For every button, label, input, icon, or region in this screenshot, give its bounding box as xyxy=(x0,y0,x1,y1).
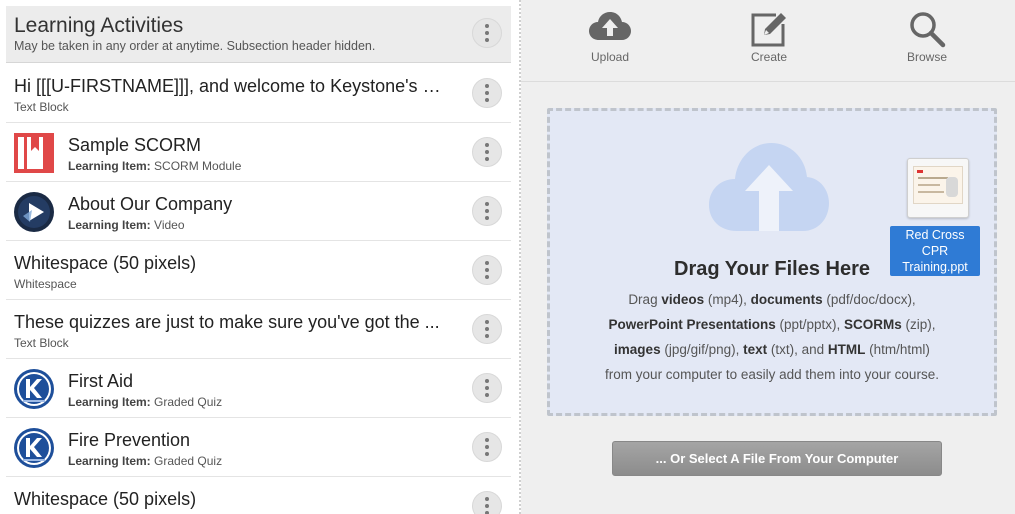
item-type-label: Learning Item: xyxy=(68,454,151,468)
dot xyxy=(485,497,489,501)
dropzone-title: Drag Your Files Here xyxy=(674,258,870,280)
item-type-label: Learning Item: xyxy=(68,159,151,173)
item-title: Fire Prevention xyxy=(68,430,191,450)
upload-label: Upload xyxy=(590,50,630,64)
dot xyxy=(485,143,489,147)
dot xyxy=(485,327,489,331)
item-type-label: Learning Item: xyxy=(68,218,151,232)
select-file-button[interactable]: ... Or Select A File From Your Computer xyxy=(612,441,942,476)
list-item[interactable]: These quizzes are just to make sure you'… xyxy=(6,300,511,359)
dot xyxy=(485,438,489,442)
keystone-logo-icon xyxy=(14,369,54,409)
item-options-button[interactable] xyxy=(472,491,502,514)
dot xyxy=(485,84,489,88)
cloud-upload-icon xyxy=(589,12,631,40)
dot xyxy=(485,379,489,383)
item-title: Sample SCORM xyxy=(68,135,202,155)
item-type: Learning Item: Graded Quiz xyxy=(68,454,222,468)
section-title: Learning Activities xyxy=(14,14,184,37)
item-type-value: Video xyxy=(154,218,185,232)
cloud-upload-icon xyxy=(709,143,829,231)
upload-button[interactable]: Upload xyxy=(570,10,650,76)
dot xyxy=(485,202,489,206)
item-title: Whitespace (50 pixels) xyxy=(14,489,197,509)
item-type: Text Block xyxy=(14,336,69,350)
create-button[interactable]: Create xyxy=(729,10,809,76)
create-label: Create xyxy=(750,50,788,64)
instruction-line: images (jpg/gif/png), text (txt), and HT… xyxy=(614,342,930,357)
section-header[interactable]: Learning Activities May be taken in any … xyxy=(6,6,511,63)
item-title: Hi [[[U-FIRSTNAME]]], and welcome to Key… xyxy=(14,76,444,96)
item-type-value: Text Block xyxy=(14,336,69,350)
item-type-value: SCORM Module xyxy=(154,159,242,173)
list-item[interactable]: Hi [[[U-FIRSTNAME]]], and welcome to Key… xyxy=(6,64,511,123)
dot xyxy=(485,268,489,272)
file-dropzone[interactable]: Red Cross CPR Training.ppt Drag Your Fil… xyxy=(547,108,997,416)
item-options-button[interactable] xyxy=(472,196,502,226)
scorm-icon xyxy=(14,133,54,173)
item-options-button[interactable] xyxy=(472,432,502,462)
item-title: Whitespace (50 pixels) xyxy=(14,253,197,273)
item-options-button[interactable] xyxy=(472,137,502,167)
section-subtitle: May be taken in any order at anytime. Su… xyxy=(14,39,376,53)
list-item[interactable]: Whitespace (50 pixels) Wh xyxy=(6,477,511,514)
item-type-value: Whitespace xyxy=(14,277,77,291)
dot xyxy=(485,157,489,161)
browse-button[interactable]: Browse xyxy=(887,10,967,76)
list-item[interactable]: About Our Company Learning Item: Video xyxy=(6,182,511,241)
edit-pencil-icon xyxy=(751,13,786,47)
keystone-logo-icon xyxy=(14,428,54,468)
search-icon xyxy=(910,12,946,48)
item-type: Learning Item: Graded Quiz xyxy=(68,395,222,409)
item-type: Learning Item: SCORM Module xyxy=(68,159,241,173)
item-type: Learning Item: Video xyxy=(68,218,185,232)
browse-label: Browse xyxy=(906,50,947,64)
dot xyxy=(485,386,489,390)
item-title: These quizzes are just to make sure you'… xyxy=(14,312,440,332)
item-options-button[interactable] xyxy=(472,314,502,344)
content-outline-panel: Learning Activities May be taken in any … xyxy=(0,0,520,514)
list-item[interactable]: First Aid Learning Item: Graded Quiz xyxy=(6,359,511,418)
instruction-line: PowerPoint Presentations (ppt/pptx), SCO… xyxy=(608,317,936,332)
item-type: Whitespace xyxy=(14,277,77,291)
dot xyxy=(485,452,489,456)
content-toolbar: Upload Create Browse xyxy=(521,0,1015,82)
list-item[interactable]: Fire Prevention Learning Item: Graded Qu… xyxy=(6,418,511,477)
dot xyxy=(485,261,489,265)
dot xyxy=(485,334,489,338)
dot xyxy=(485,275,489,279)
dropzone-instructions: Drag videos (mp4), documents (pdf/doc/do… xyxy=(550,287,994,387)
video-play-icon xyxy=(14,192,54,232)
dot xyxy=(485,150,489,154)
list-item[interactable]: Whitespace (50 pixels) Whitespace xyxy=(6,241,511,300)
dot xyxy=(485,216,489,220)
dot xyxy=(485,31,489,35)
add-content-panel: Upload Create Browse Red Cross CPR Train… xyxy=(521,0,1015,514)
item-options-button[interactable] xyxy=(472,255,502,285)
dot xyxy=(485,98,489,102)
list-item[interactable]: Sample SCORM Learning Item: SCORM Module xyxy=(6,123,511,182)
item-title: First Aid xyxy=(68,371,134,391)
ppt-file-icon xyxy=(907,158,969,218)
dot xyxy=(485,91,489,95)
item-type-value: Graded Quiz xyxy=(154,454,223,468)
instruction-line: Drag videos (mp4), documents (pdf/doc/do… xyxy=(628,292,916,307)
dot xyxy=(485,24,489,28)
item-options-button[interactable] xyxy=(472,78,502,108)
item-options-button[interactable] xyxy=(472,373,502,403)
item-type-value: Text Block xyxy=(14,100,69,114)
dot xyxy=(485,393,489,397)
instruction-line: from your computer to easily add them in… xyxy=(605,367,939,382)
item-type-label: Learning Item: xyxy=(68,395,151,409)
dot xyxy=(485,38,489,42)
section-options-button[interactable] xyxy=(472,18,502,48)
slide-thumbnail xyxy=(913,166,963,204)
dot xyxy=(485,504,489,508)
item-type-value: Graded Quiz xyxy=(154,395,223,409)
dot xyxy=(485,445,489,449)
dot xyxy=(485,209,489,213)
dot xyxy=(485,320,489,324)
item-title: About Our Company xyxy=(68,194,233,214)
item-type: Text Block xyxy=(14,100,69,114)
